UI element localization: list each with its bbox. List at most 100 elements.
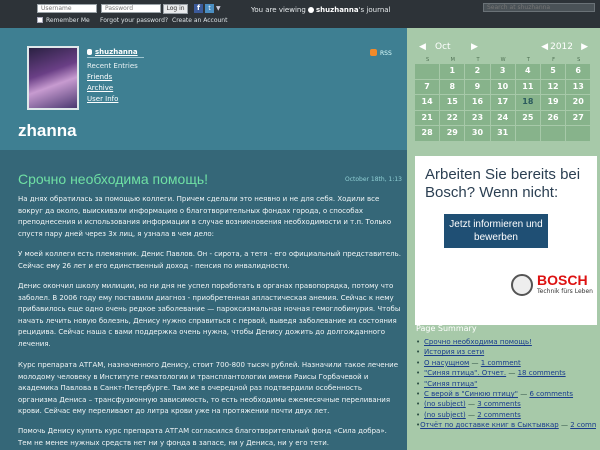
calendar-day[interactable]: 18 [515, 95, 541, 111]
username-input[interactable] [37, 4, 97, 13]
calendar-day[interactable]: 6 [566, 64, 592, 80]
user-icon [87, 49, 92, 55]
advertisement[interactable]: Arbeiten Sie bereits bei Bosch? Wenn nic… [415, 156, 597, 325]
nav-friends[interactable]: Friends [87, 73, 112, 81]
summary-entry-link[interactable]: История из сети [424, 347, 484, 357]
summary-entry-link[interactable]: (no subject) [424, 410, 466, 420]
summary-comments-link[interactable]: 6 comments [529, 389, 573, 399]
calendar-day[interactable]: 21 [415, 110, 441, 126]
summary-entry-link[interactable]: О насущном [424, 358, 469, 368]
calendar-day[interactable]: 29 [440, 126, 466, 142]
calendar-day[interactable]: 17 [490, 95, 516, 111]
entry-paragraph: У моей коллеги есть племянник. Денис Пав… [18, 250, 401, 270]
calendar-day[interactable]: 30 [465, 126, 491, 142]
entry-paragraph: Помочь Денису купить курс препарата АТГА… [18, 427, 387, 447]
summary-comments-link[interactable]: 18 comments [518, 368, 566, 378]
login-button[interactable]: Log in [163, 4, 188, 14]
entry: Срочно необходима помощь! October 18th, … [0, 156, 407, 450]
calendar-day[interactable]: 9 [465, 79, 491, 95]
weekday-label: S [577, 57, 581, 63]
summary-comments-link[interactable]: 3 comments [477, 399, 521, 409]
prev-year-arrow-icon[interactable]: ◀ [541, 42, 548, 52]
userpic[interactable] [27, 46, 79, 110]
calendar-day[interactable]: 13 [566, 79, 592, 95]
calendar-day[interactable]: 31 [490, 126, 516, 142]
calendar-day[interactable]: 10 [490, 79, 516, 95]
search-input[interactable] [483, 3, 595, 12]
entry-title[interactable]: Срочно необходима помощь! [18, 171, 208, 187]
calendar-day[interactable]: 1 [440, 64, 466, 80]
calendar-day[interactable]: 28 [415, 126, 441, 142]
facebook-icon[interactable]: f [194, 4, 203, 13]
calendar-week: 7 8 9 10 11 12 13 [415, 79, 592, 95]
ad-cta-button[interactable]: Jetzt informieren und bewerben [444, 214, 548, 248]
summary-entry-link[interactable]: "Синяя птица". Отчет. [424, 368, 506, 378]
bullet-icon: • [416, 379, 421, 388]
calendar-empty-cell [540, 126, 567, 142]
calendar-day[interactable]: 15 [440, 95, 466, 111]
summary-entry-link[interactable]: "Синяя птица" [424, 379, 477, 389]
summary-comments-link[interactable]: 2 comments [477, 410, 521, 420]
separator: — [469, 358, 481, 367]
top-bar: Log in f t ▼ Remember Me Forgot your pas… [0, 0, 600, 28]
password-input[interactable] [101, 4, 161, 13]
calendar-day[interactable]: 16 [465, 95, 491, 111]
remember-me-checkbox[interactable] [37, 17, 43, 23]
user-icon [308, 7, 315, 13]
calendar-day[interactable]: 5 [540, 64, 567, 80]
bullet-icon: • [416, 338, 421, 346]
viewing-user-link[interactable]: shuzhanna [316, 6, 359, 14]
summary-item: • О насущном — 1 comment [416, 358, 596, 368]
twitter-icon[interactable]: t [205, 4, 214, 13]
calendar-day[interactable]: 19 [540, 95, 567, 111]
nav-user-info[interactable]: User Info [87, 95, 118, 103]
summary-entry-link[interactable]: Срочно необходима помощь! [424, 337, 532, 347]
summary-comments-link[interactable]: 1 comment [481, 358, 521, 368]
calendar-day[interactable]: 12 [540, 79, 567, 95]
sidebar: ◀ Oct ▶ ◀ 2012 ▶ S M T W T F S 1 2 3 4 5 6 7 8 9 10 11 12 1… [407, 28, 600, 450]
calendar-day[interactable]: 25 [515, 110, 541, 126]
forgot-password-link[interactable]: Forgot your password? [100, 17, 168, 24]
summary-item: • С верой в "Синюю птицу" — 6 comments [416, 389, 596, 399]
summary-entry-link[interactable]: С верой в "Синюю птицу" [424, 389, 518, 399]
summary-comments-link[interactable]: 2 comments [570, 420, 596, 430]
calendar-day[interactable]: 20 [566, 95, 592, 111]
calendar-day[interactable]: 4 [515, 64, 541, 80]
calendar-day[interactable]: 24 [490, 110, 516, 126]
summary-entry-link[interactable]: Отчёт по доставке книг в Сыктывкар [420, 420, 559, 430]
next-month-arrow-icon[interactable]: ▶ [471, 42, 478, 52]
calendar-day[interactable]: 27 [566, 110, 592, 126]
calendar-day[interactable]: 8 [440, 79, 466, 95]
summary-item: • "Синяя птица" [416, 379, 596, 389]
bullet-icon: • [416, 348, 421, 357]
weekday-row: SMTWTFS [415, 57, 592, 64]
calendar-day[interactable]: 23 [465, 110, 491, 126]
chevron-down-icon[interactable]: ▼ [216, 5, 221, 12]
calendar: ◀ Oct ▶ ◀ 2012 ▶ S M T W T F S 1 2 3 4 5 6 7 8 9 10 11 12 1… [415, 42, 592, 142]
bosch-logo-icon [511, 274, 533, 296]
next-year-arrow-icon[interactable]: ▶ [581, 42, 588, 52]
journal-header: shuzhanna Recent Entries Friends Archive… [0, 28, 407, 150]
calendar-week: 14 15 16 17 18 19 20 [415, 95, 592, 111]
calendar-day[interactable]: 2 [465, 64, 491, 80]
ad-headline: Arbeiten Sie bereits bei Bosch? Wenn nic… [425, 166, 581, 201]
nav-archive[interactable]: Archive [87, 84, 113, 92]
calendar-day[interactable]: 14 [415, 95, 441, 111]
weekday-label: W [500, 57, 506, 63]
calendar-day[interactable]: 26 [540, 110, 567, 126]
calendar-day[interactable]: 22 [440, 110, 466, 126]
calendar-day[interactable]: 7 [415, 79, 441, 95]
create-account-link[interactable]: Create an Account [172, 17, 227, 24]
nav-recent-entries[interactable]: Recent Entries [87, 62, 138, 70]
prev-month-arrow-icon[interactable]: ◀ [419, 42, 426, 52]
calendar-day[interactable]: 3 [490, 64, 516, 80]
summary-item: • (no subject) — 2 comments [416, 410, 596, 420]
summary-entry-link[interactable]: (no subject) [424, 399, 466, 409]
viewing-notice: You are viewing shuzhanna's journal [251, 6, 391, 14]
journal-title: zhanna [18, 121, 77, 140]
calendar-day[interactable]: 11 [515, 79, 541, 95]
summary-item: • Срочно необходима помощь! [416, 337, 596, 347]
journal-username[interactable]: shuzhanna [87, 48, 138, 56]
rss-link[interactable]: RSS [370, 49, 392, 57]
ad-tagline: Technik fürs Leben [537, 288, 593, 295]
